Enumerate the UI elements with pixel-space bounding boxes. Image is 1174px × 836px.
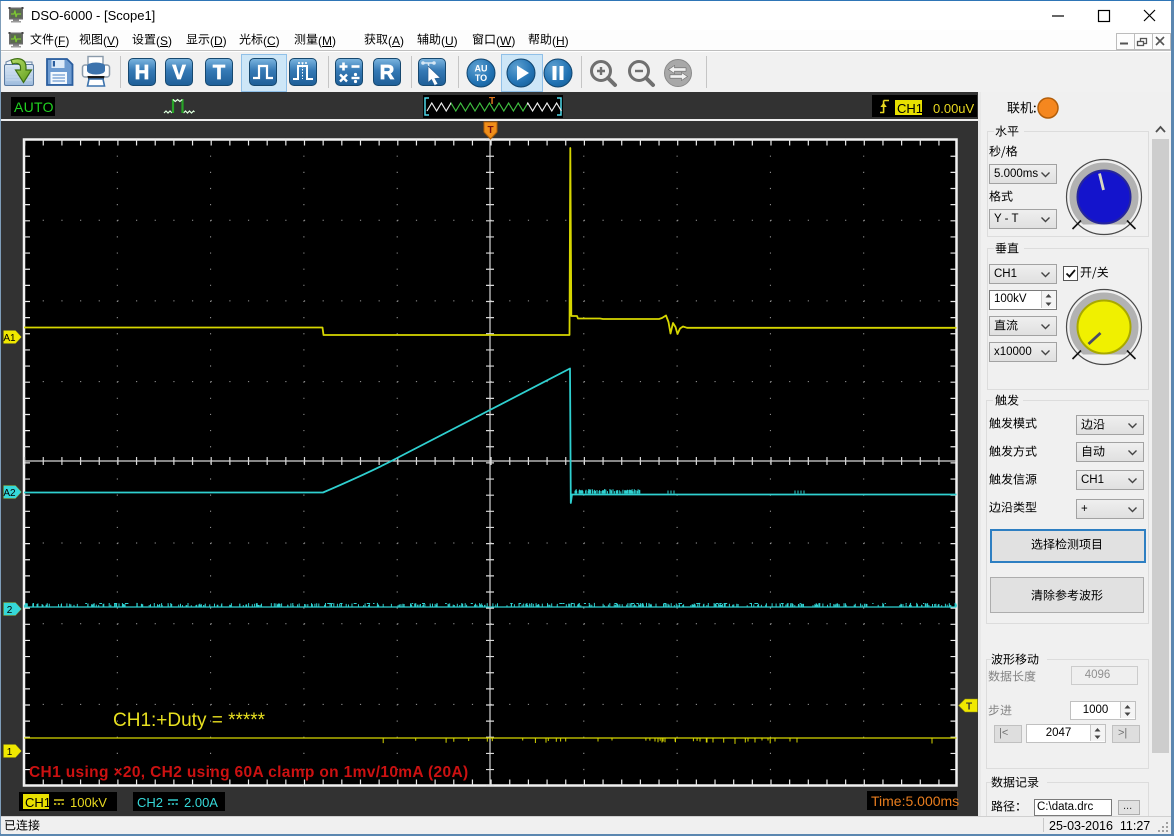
svg-text:T: T — [966, 702, 972, 713]
svg-text:A1: A1 — [3, 333, 16, 344]
svg-text:A2: A2 — [3, 488, 16, 499]
svg-text:T: T — [487, 125, 493, 136]
svg-text:1: 1 — [7, 747, 13, 758]
svg-text:2: 2 — [7, 605, 13, 616]
